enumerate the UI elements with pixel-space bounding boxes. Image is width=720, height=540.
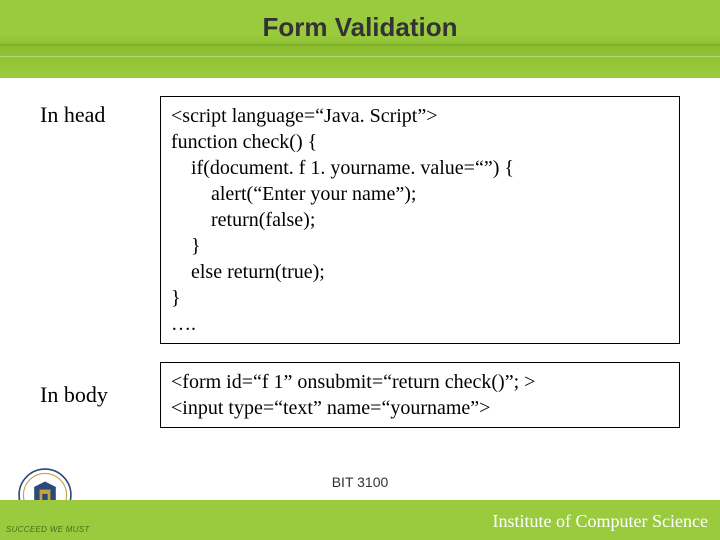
course-code: BIT 3100 [0, 474, 720, 490]
content-area: In head <script language=“Java. Script”>… [40, 96, 680, 446]
code-head: <script language=“Java. Script”> functio… [160, 96, 680, 344]
slide-title: Form Validation [0, 12, 720, 43]
footer-band: SUCCEED WE MUST Institute of Computer Sc… [0, 500, 720, 540]
code-body: <form id=“f 1” onsubmit=“return check()”… [160, 362, 680, 428]
label-in-body: In body [40, 382, 160, 408]
motto-text: SUCCEED WE MUST [6, 525, 90, 534]
label-in-head: In head [40, 96, 160, 128]
row-head: In head <script language=“Java. Script”>… [40, 96, 680, 344]
row-body: In body <form id=“f 1” onsubmit=“return … [40, 362, 680, 428]
institute-name: Institute of Computer Science [493, 511, 708, 532]
